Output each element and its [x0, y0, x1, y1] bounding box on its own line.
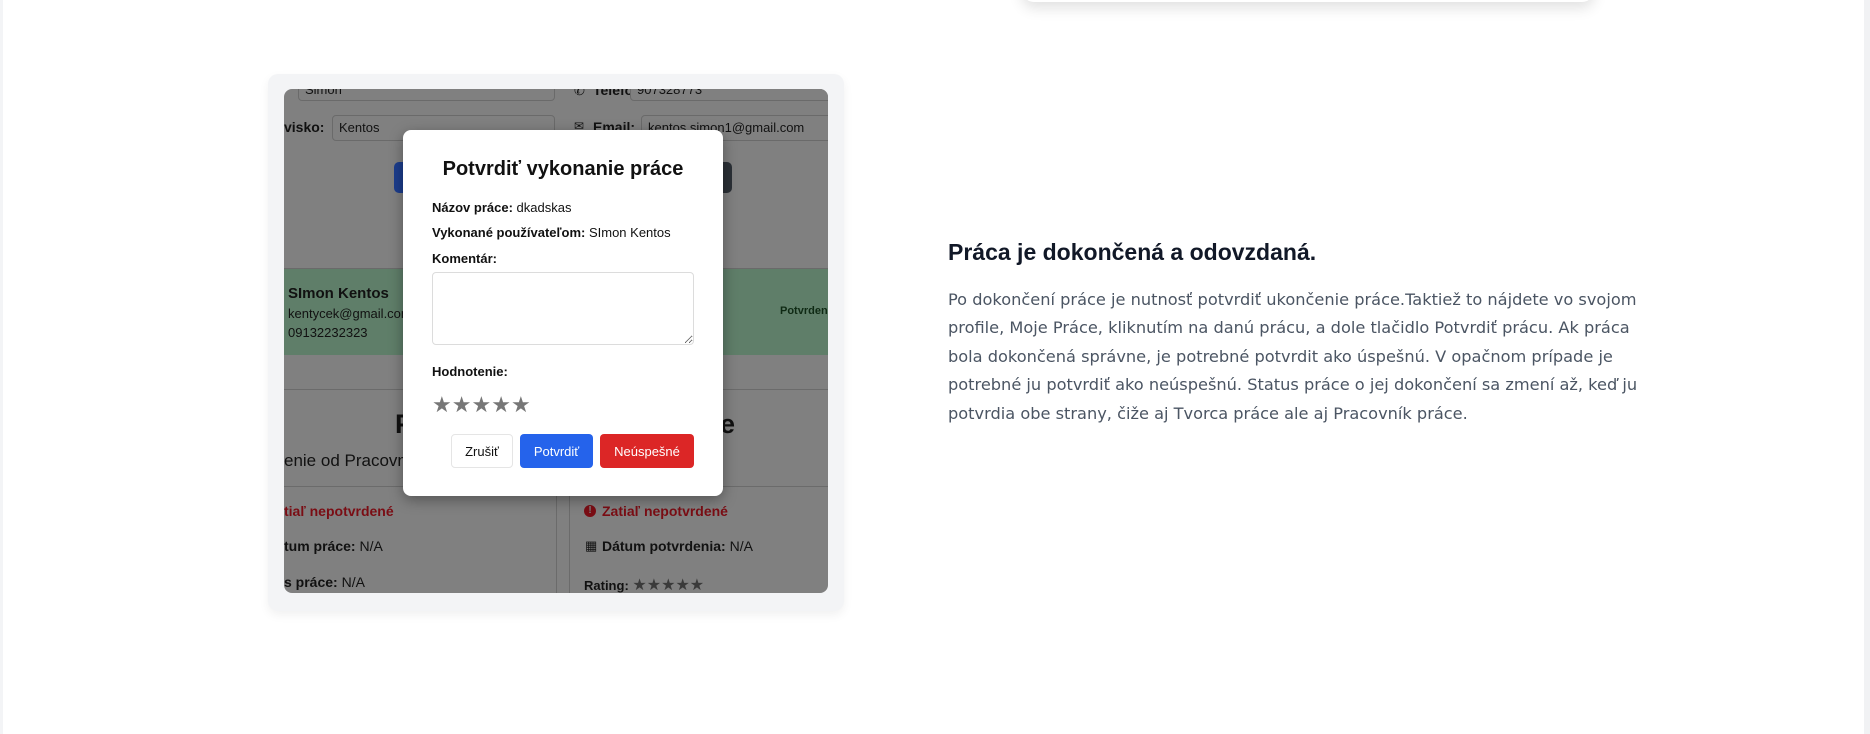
confirmed-label: Potvrden	[780, 305, 828, 317]
page-edge-left	[0, 0, 3, 734]
surname-label: visko:	[284, 119, 325, 135]
first-name-value: Simon	[305, 89, 342, 97]
rating-stars: ★★★★★	[632, 577, 705, 593]
feature-heading: Práca je dokončená a odovzdaná.	[948, 239, 1317, 265]
star-icon[interactable]: ★	[471, 392, 491, 417]
rating-label: Hodnotenie:	[432, 364, 508, 379]
confirm-date-label: Dátum potvrdenia:	[602, 538, 726, 554]
rating-stars-input[interactable]: ★★★★★	[432, 392, 531, 418]
calendar-icon: ▦	[585, 538, 598, 553]
star-icon[interactable]: ★	[511, 392, 531, 417]
worker-status: tiaľ nepotvrdené	[284, 503, 394, 519]
user-email: kentycek@gmail.com	[288, 306, 412, 321]
fail-button[interactable]: Neúspešné	[600, 434, 694, 468]
confirm-date-value: N/A	[729, 538, 753, 554]
rating-label: Rating:	[584, 578, 629, 593]
job-name-value: dkadskas	[516, 200, 572, 215]
feature-description: Práca je dokončená a odovzdaná. Po dokon…	[948, 238, 1668, 428]
done-by-value: SImon Kentos	[588, 225, 671, 240]
confirm-work-modal: Potvrdiť vykonanie práce Názov práce: dk…	[403, 130, 723, 496]
previous-card	[1022, 0, 1594, 2]
work-date-value: N/A	[359, 538, 383, 554]
job-name-label: Názov práce:	[432, 200, 513, 215]
comment-textarea[interactable]	[432, 272, 694, 345]
cancel-button[interactable]: Zrušiť	[451, 434, 513, 468]
user-phone: 09132232323	[288, 325, 368, 340]
section-subtitle: enie od Pracovn	[284, 451, 407, 470]
work-status-value: N/A	[341, 574, 365, 590]
star-icon[interactable]: ★	[432, 392, 452, 417]
phone-value: 907328773	[637, 89, 703, 97]
star-icon[interactable]: ★	[452, 392, 472, 417]
page-scrollbar[interactable]	[1864, 0, 1870, 734]
comment-label: Komentár:	[432, 251, 498, 266]
column-divider	[556, 486, 557, 593]
done-by-label: Vykonané používateľom:	[432, 225, 586, 240]
app-screenshot: Simon ✆ Telefón: 907328773 visko: Kentos…	[284, 89, 828, 593]
phone-icon: ✆	[574, 89, 585, 98]
user-name: SImon Kentos	[288, 285, 389, 302]
modal-title: Potvrdiť vykonanie práce	[442, 158, 684, 180]
surname-value: Kentos	[339, 120, 380, 135]
confirm-button[interactable]: Potvrdiť	[520, 434, 593, 468]
exclamation-icon: !	[584, 505, 596, 517]
star-icon[interactable]: ★	[491, 392, 511, 417]
work-status-label: s práce:	[284, 574, 338, 590]
first-name-input: Simon	[298, 89, 555, 101]
phone-input: 907328773	[630, 89, 828, 101]
feature-paragraph: Po dokončení práce je nutnosť potvrdiť u…	[948, 290, 1638, 423]
screenshot-card: Simon ✆ Telefón: 907328773 visko: Kentos…	[268, 74, 844, 611]
work-date-label: tum práce:	[284, 538, 356, 554]
creator-status: Zatiaľ nepotvrdené	[602, 503, 728, 519]
column-divider	[569, 486, 570, 593]
